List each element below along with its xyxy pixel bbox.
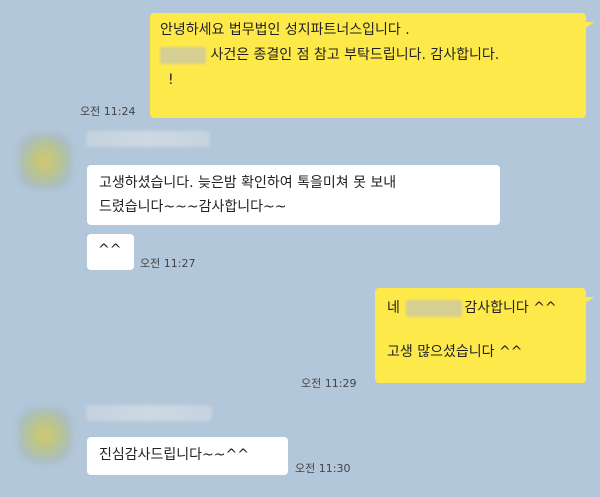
message-line-text: 사건은 종결인 점 참고 부탁드립니다. 감사합니다. (210, 47, 500, 63)
message-text: ^^ (98, 242, 122, 258)
sender-name (86, 131, 210, 147)
message-text: 네 (387, 300, 400, 316)
redacted-name (406, 299, 463, 317)
message-line: 고생하셨습니다. 늦은밤 확인하여 톡을미쳐 못 보내 (99, 175, 397, 191)
message-text: 진심감사드립니다~~^^ (99, 447, 249, 463)
avatar[interactable] (18, 133, 72, 189)
message-timestamp: 오전 11:29 (301, 377, 357, 390)
sender-name (86, 405, 212, 421)
message-line: 사건은 종결인 점 참고 부탁드립니다. 감사합니다. (160, 43, 575, 68)
avatar[interactable] (18, 407, 72, 463)
redacted-name (160, 46, 206, 64)
message-timestamp: 오전 11:27 (140, 257, 196, 270)
message-line: 네 감사합니다 ^^ (387, 296, 574, 320)
bubble-tail (584, 297, 594, 304)
message-timestamp: 오전 11:30 (295, 462, 351, 475)
incoming-message-bubble[interactable]: ^^ (87, 234, 134, 270)
incoming-message-bubble[interactable]: 고생하셨습니다. 늦은밤 확인하여 톡을미쳐 못 보내 드렸습니다~~~감사합니… (87, 165, 500, 225)
message-line: 안녕하세요 법무법인 성지파트너스입니다 . (160, 22, 410, 38)
message-timestamp: 오전 11:24 (80, 105, 136, 118)
outgoing-message-bubble[interactable]: 네 감사합니다 ^^ 고생 많으셨습니다 ^^ (375, 288, 586, 383)
message-line: 고생 많으셨습니다 ^^ (387, 344, 523, 360)
incoming-message-bubble[interactable]: 진심감사드립니다~~^^ (87, 437, 288, 475)
message-line: 드렸습니다~~~감사합니다~~ (99, 199, 287, 215)
bubble-tail (584, 22, 594, 29)
message-line: ! (168, 72, 174, 88)
message-text: 감사합니다 ^^ (464, 300, 557, 316)
outgoing-message-bubble[interactable]: 안녕하세요 법무법인 성지파트너스입니다 . 사건은 종결인 점 참고 부탁드립… (150, 13, 586, 118)
